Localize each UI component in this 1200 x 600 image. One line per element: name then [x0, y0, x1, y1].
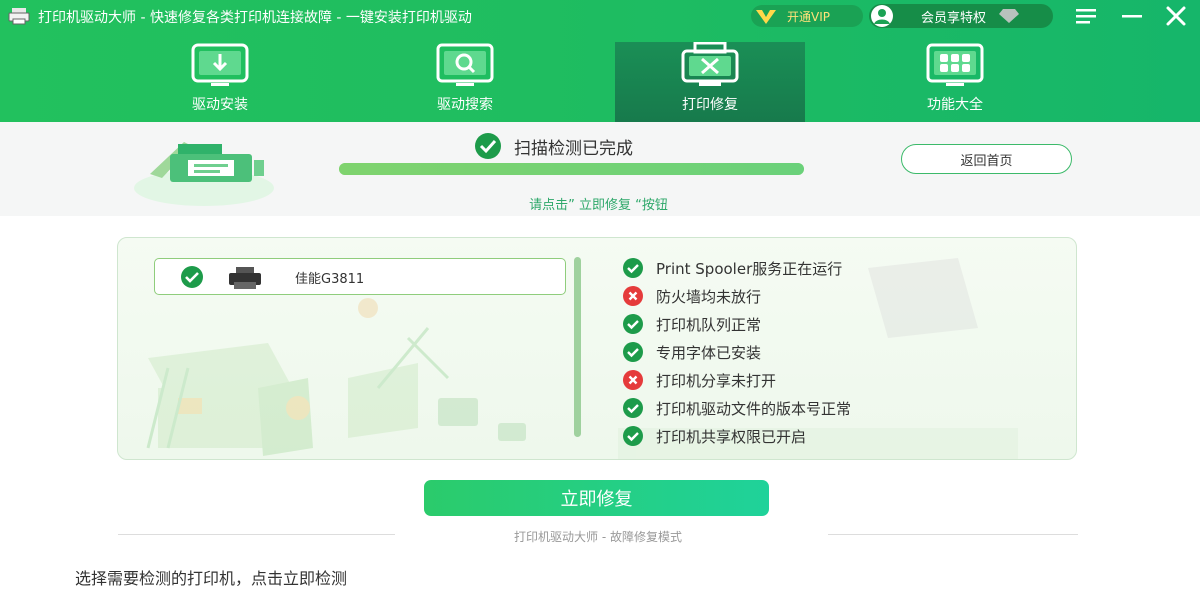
vip-button[interactable]: 开通VIP — [751, 5, 863, 27]
check-circle-icon — [623, 342, 643, 362]
menu-icon[interactable] — [1069, 3, 1103, 29]
check-row: 防火墙均未放行 — [622, 282, 851, 310]
check-text: 打印机分享未打开 — [656, 371, 777, 390]
check-circle-icon — [623, 314, 643, 334]
printer-name: 佳能G3811 — [295, 272, 365, 287]
check-text: 打印机共享权限已开启 — [656, 427, 807, 446]
check-row: 打印机分享未打开 — [622, 366, 851, 394]
back-home-button[interactable]: 返回首页 — [901, 144, 1072, 174]
driver-search-icon — [436, 43, 494, 86]
close-icon[interactable] — [1159, 3, 1193, 29]
driver-install-icon — [191, 43, 249, 86]
check-circle-icon — [475, 133, 501, 159]
check-row: 专用字体已安装 — [622, 338, 851, 366]
repair-hint: 请点击” 立即修复 “按钮 — [529, 198, 668, 213]
scan-progress-bar — [339, 163, 804, 175]
diagnosis-panel: 佳能G3811 Print Spooler服务正在运行 防火墙均未放行 打印机队列正… — [117, 237, 1077, 460]
tab-label: 驱动安装 — [192, 97, 248, 113]
all-features-icon — [926, 43, 984, 86]
check-circle-icon — [623, 398, 643, 418]
check-row: 打印机驱动文件的版本号正常 — [622, 394, 851, 422]
vip-label: 开通VIP — [787, 9, 830, 24]
tab-driver-search[interactable]: 驱动搜索 — [370, 42, 560, 122]
repair-now-button[interactable]: 立即修复 — [424, 480, 769, 516]
diagnosis-checklist: Print Spooler服务正在运行 防火墙均未放行 打印机队列正常 专用字体已安装… — [622, 254, 851, 450]
progress-fill — [339, 163, 804, 175]
window-title: 打印机驱动大师 - 快速修复各类打印机连接故障 - 一键安装打印机驱动 — [38, 10, 472, 26]
tab-printer-repair[interactable]: 打印修复 — [615, 42, 805, 122]
printer-item[interactable]: 佳能G3811 — [154, 258, 566, 295]
bottom-instruction: 选择需要检测的打印机，点击立即检测 — [75, 569, 348, 588]
check-circle-icon — [623, 426, 643, 446]
minimize-icon[interactable] — [1115, 3, 1149, 29]
footer-caption: 打印机驱动大师 - 故障修复模式 — [514, 530, 682, 544]
user-account-button[interactable]: 会员享特权 — [869, 4, 1053, 28]
avatar-icon — [869, 4, 895, 28]
check-text: 防火墙均未放行 — [656, 287, 762, 306]
printer-icon — [229, 267, 261, 289]
scan-status: 扫描检测已完成 — [474, 132, 633, 160]
printer-list-scrollbar[interactable] — [574, 257, 581, 437]
app-header: 打印机驱动大师 - 快速修复各类打印机连接故障 - 一键安装打印机驱动 开通VI… — [0, 0, 1200, 122]
check-text: 打印机驱动文件的版本号正常 — [656, 399, 852, 418]
member-privilege-label: 会员享特权 — [921, 10, 987, 26]
tab-label: 功能大全 — [927, 97, 983, 113]
scan-status-band: 扫描检测已完成 返回首页 请点击” 立即修复 “按钮 — [0, 122, 1200, 216]
tab-label: 打印修复 — [682, 97, 738, 113]
check-row: 打印机共享权限已开启 — [622, 422, 851, 450]
diamond-icon — [998, 8, 1020, 24]
tab-driver-install[interactable]: 驱动安装 — [125, 42, 315, 122]
check-text: 打印机队列正常 — [656, 315, 762, 334]
tab-label: 驱动搜索 — [437, 97, 493, 113]
title-bar: 打印机驱动大师 - 快速修复各类打印机连接故障 - 一键安装打印机驱动 开通VI… — [0, 0, 1200, 32]
check-text: Print Spooler服务正在运行 — [656, 259, 843, 278]
check-text: 专用字体已安装 — [656, 343, 762, 362]
scan-complete-text: 扫描检测已完成 — [514, 138, 633, 159]
check-row: Print Spooler服务正在运行 — [622, 254, 851, 282]
check-circle-icon — [623, 258, 643, 278]
vip-crown-icon — [751, 5, 781, 27]
check-row: 打印机队列正常 — [622, 310, 851, 338]
error-circle-icon — [623, 286, 643, 306]
printer-logo-icon — [8, 8, 30, 25]
check-circle-icon — [181, 266, 203, 288]
printer-repair-icon — [681, 42, 739, 86]
tab-all-features[interactable]: 功能大全 — [860, 42, 1050, 122]
error-circle-icon — [623, 370, 643, 390]
